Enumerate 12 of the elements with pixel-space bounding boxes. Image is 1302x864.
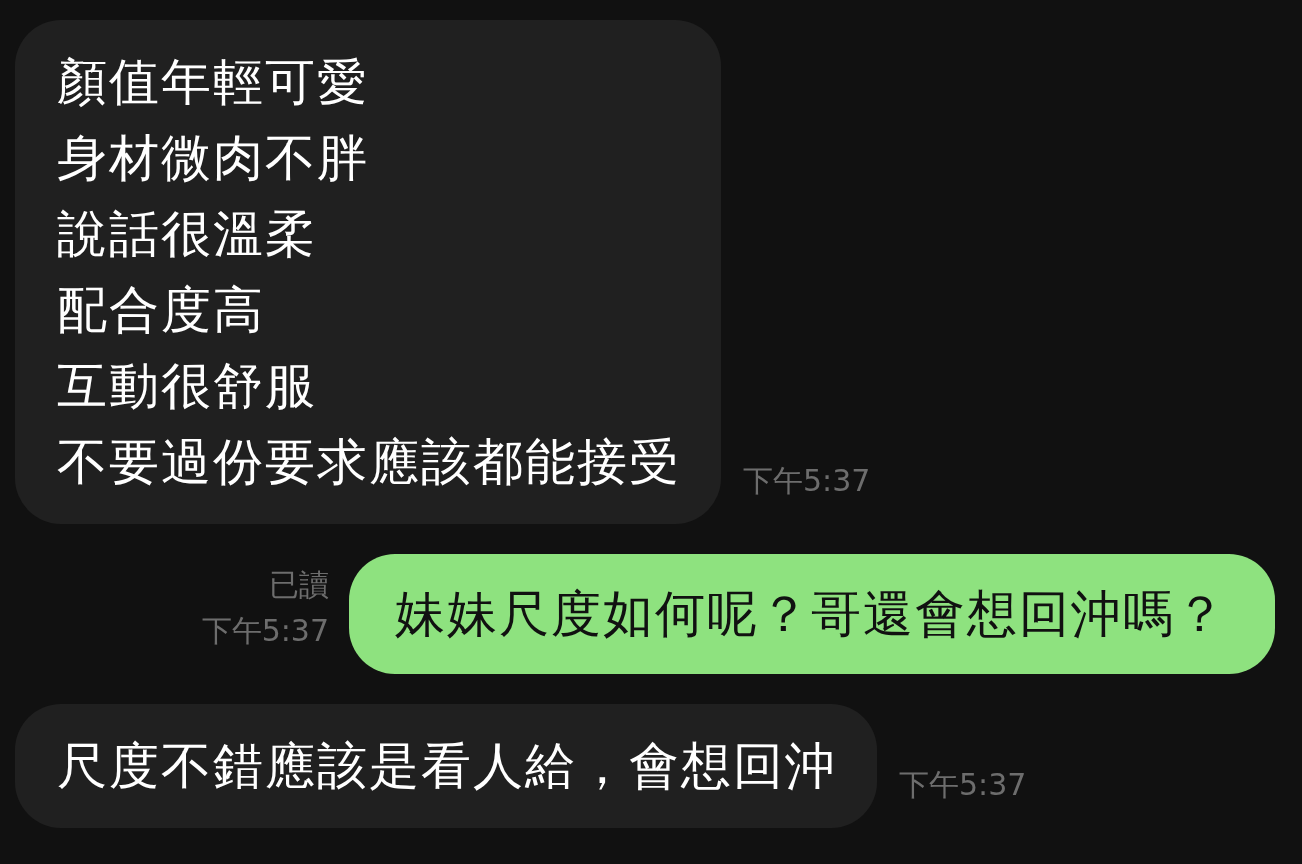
message-time: 下午5:37 (743, 462, 871, 500)
message-text: 不要過份要求應該都能接受 (57, 432, 681, 493)
message-time: 下午5:37 (201, 612, 329, 650)
message-text: 尺度不錯應該是看人給，會想回沖 (57, 736, 837, 797)
message-text: 顏值年輕可愛 (57, 52, 370, 113)
message-time: 下午5:37 (899, 766, 1027, 804)
message-text: 互動很舒服 (57, 356, 318, 417)
message-text: 身材微肉不胖 (57, 128, 370, 189)
read-receipt: 已讀 (269, 566, 329, 604)
message-text: 配合度高 (57, 280, 266, 341)
message-text: 說話很溫柔 (57, 204, 318, 265)
message-text: 妹妹尺度如何呢？哥還會想回沖嗎？ (395, 584, 1227, 645)
